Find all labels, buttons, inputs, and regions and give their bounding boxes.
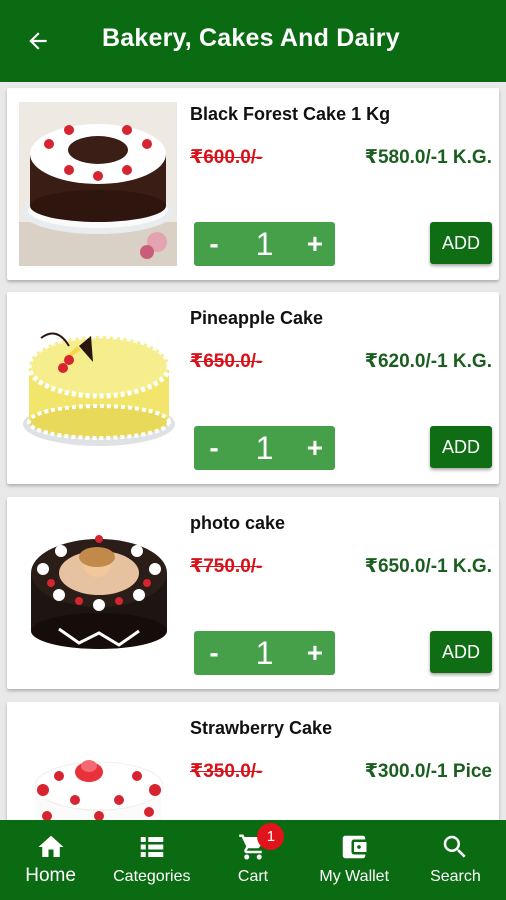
- sale-price: ₹620.0/-1 K.G.: [364, 351, 492, 372]
- original-price: ₹750.0/-: [190, 556, 263, 577]
- list-icon: [140, 837, 164, 857]
- nav-label-search: Search: [430, 868, 481, 885]
- quantity-stepper: - 1 +: [194, 631, 335, 675]
- nav-item-categories[interactable]: Categories: [101, 820, 202, 900]
- original-price: ₹350.0/-: [190, 761, 263, 782]
- quantity-stepper: - 1 +: [194, 222, 335, 266]
- original-price: ₹600.0/-: [190, 147, 263, 168]
- bottom-navigation: Home Categories 1 Cart My Wallet Search: [0, 820, 506, 900]
- increase-button[interactable]: +: [295, 426, 335, 470]
- product-image-strawberry: [19, 716, 177, 820]
- arrow-back-icon: [29, 32, 47, 50]
- original-price: ₹650.0/-: [190, 351, 263, 372]
- add-to-cart-button[interactable]: ADD: [430, 426, 492, 468]
- quantity-stepper: - 1 +: [194, 426, 335, 470]
- home-icon: [38, 835, 64, 857]
- sale-price: ₹580.0/-1 K.G.: [364, 147, 492, 168]
- product-name: Black Forest Cake 1 Kg: [190, 104, 391, 124]
- back-button[interactable]: [22, 26, 54, 56]
- add-to-cart-button[interactable]: ADD: [430, 222, 492, 264]
- wallet-icon: [342, 835, 367, 859]
- product-image-black-forest: [19, 102, 177, 266]
- nav-label-wallet: My Wallet: [319, 868, 390, 885]
- decrease-button[interactable]: -: [194, 426, 234, 470]
- quantity-value: 1: [255, 635, 274, 671]
- product-image-photo-cake: [19, 511, 177, 675]
- nav-item-search[interactable]: Search: [405, 820, 506, 900]
- sale-price: ₹300.0/-1 Pice: [364, 761, 492, 782]
- decrease-button[interactable]: -: [194, 631, 234, 675]
- product-image-pineapple: [19, 306, 177, 470]
- increase-button[interactable]: +: [295, 631, 335, 675]
- product-name: Strawberry Cake: [190, 718, 333, 738]
- product-card: Black Forest Cake 1 Kg ₹600.0/- ₹580.0/-…: [7, 88, 499, 280]
- nav-item-cart[interactable]: 1 Cart: [202, 820, 303, 900]
- nav-item-home[interactable]: Home: [0, 820, 101, 900]
- search-icon: [444, 835, 467, 858]
- decrease-button[interactable]: -: [194, 222, 234, 266]
- nav-label-cart: Cart: [237, 868, 269, 885]
- nav-label-categories: Categories: [113, 868, 191, 885]
- quantity-value: 1: [255, 226, 274, 262]
- app-bar: Bakery, Cakes And Dairy: [0, 0, 506, 82]
- increase-button[interactable]: +: [295, 222, 335, 266]
- product-card: Pineapple Cake ₹650.0/- ₹620.0/-1 K.G. -…: [7, 292, 499, 484]
- sale-price: ₹650.0/-1 K.G.: [364, 556, 492, 577]
- cart-count-badge: 1: [257, 823, 285, 850]
- product-list[interactable]: Black Forest Cake 1 Kg ₹600.0/- ₹580.0/-…: [0, 82, 506, 820]
- product-card: photo cake ₹750.0/- ₹650.0/-1 K.G. - 1 +…: [7, 497, 499, 689]
- add-to-cart-button[interactable]: ADD: [430, 631, 492, 673]
- product-name: Pineapple Cake: [190, 308, 324, 328]
- page-title: Bakery, Cakes And Dairy: [102, 24, 400, 52]
- product-card: Strawberry Cake ₹350.0/- ₹300.0/-1 Pice: [7, 702, 499, 820]
- product-name: photo cake: [190, 513, 286, 533]
- nav-item-wallet[interactable]: My Wallet: [304, 820, 405, 900]
- quantity-value: 1: [255, 430, 274, 466]
- nav-label-home: Home: [25, 865, 76, 886]
